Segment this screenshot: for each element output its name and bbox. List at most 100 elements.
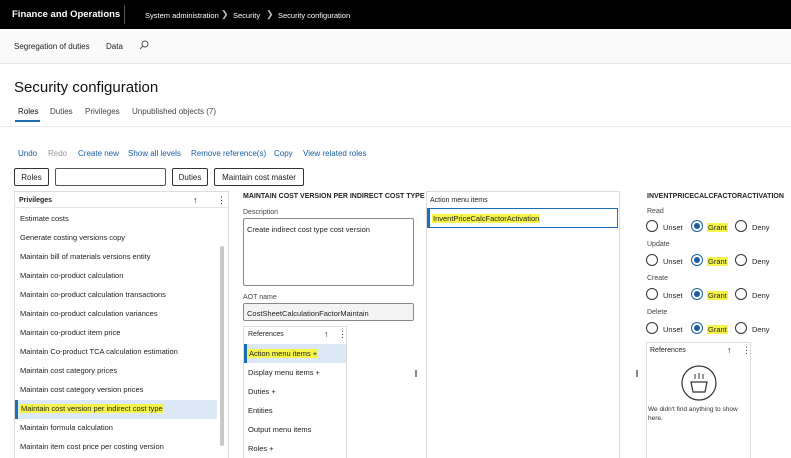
selected-row-indicator <box>244 344 247 363</box>
privileges-header: Privileges <box>19 197 53 204</box>
reference-item[interactable]: Roles + <box>248 444 274 453</box>
privilege-item[interactable]: Maintain Co-product TCA calculation esti… <box>20 347 178 356</box>
action-pane: Segregation of duties Data <box>0 29 791 64</box>
action-menu-header: Action menu items <box>430 197 488 204</box>
delete-grant-radio[interactable] <box>691 322 703 334</box>
delete-grant-label: Grant <box>707 325 728 334</box>
reference-item[interactable]: Display menu items + <box>248 368 320 377</box>
privilege-item[interactable]: Maintain co-product calculation variance… <box>20 309 158 318</box>
create-grant-radio[interactable] <box>691 288 703 300</box>
sort-up-icon[interactable]: ↑ <box>193 195 198 205</box>
update-grant-label: Grant <box>707 257 728 266</box>
more-options-icon[interactable]: ⋮ <box>338 329 347 340</box>
tab-privileges[interactable]: Privileges <box>85 107 120 116</box>
delete-label: Delete <box>647 309 668 316</box>
aot-name-field[interactable]: CostSheetCalculationFactorMaintain <box>243 303 414 321</box>
update-deny-radio[interactable] <box>735 254 747 266</box>
privileges-scrollbar[interactable] <box>220 246 224 446</box>
references-header: References <box>248 331 284 338</box>
privilege-item[interactable]: Maintain cost category version prices <box>20 385 143 394</box>
privilege-item[interactable]: Estimate costs <box>20 214 69 223</box>
update-deny-label: Deny <box>752 257 770 266</box>
create-new-button[interactable]: Create new <box>78 149 119 158</box>
view-related-roles-button[interactable]: View related roles <box>303 149 366 158</box>
privilege-item[interactable]: Generate costing versions copy <box>20 233 125 242</box>
update-unset-label: Unset <box>663 257 683 266</box>
redo-button[interactable]: Redo <box>48 149 67 158</box>
tab-roles[interactable]: Roles <box>18 107 38 116</box>
privilege-item[interactable]: Maintain co-product calculation transact… <box>20 290 166 299</box>
permission-references-header: References <box>650 347 686 354</box>
create-grant-label: Grant <box>707 291 728 300</box>
chevron-right-icon: ❯ <box>221 9 229 19</box>
delete-deny-label: Deny <box>752 325 770 334</box>
search-icon[interactable] <box>139 40 149 50</box>
privilege-item[interactable]: Maintain formula calculation <box>20 423 113 432</box>
read-deny-radio[interactable] <box>735 220 747 232</box>
description-field[interactable]: Create indirect cost type cost version <box>243 218 414 286</box>
selected-row-indicator <box>427 208 430 228</box>
read-label: Read <box>647 208 664 215</box>
read-grant-radio[interactable] <box>691 220 703 232</box>
more-options-icon[interactable]: ⋮ <box>217 195 226 206</box>
action-menu-item[interactable]: InventPriceCalcFactorActivation <box>432 214 541 223</box>
privilege-item[interactable]: Maintain item cost price per costing ver… <box>20 442 164 451</box>
empty-state-icon <box>681 365 717 401</box>
privilege-item[interactable]: Maintain co-product calculation <box>20 271 123 280</box>
copy-button[interactable]: Copy <box>274 149 293 158</box>
app-title[interactable]: Finance and Operations <box>12 9 120 20</box>
duties-button[interactable]: Duties <box>172 168 208 186</box>
aot-name-label: AOT name <box>243 294 277 301</box>
topbar-divider <box>124 5 125 24</box>
read-unset-radio[interactable] <box>646 220 658 232</box>
tab-unpublished-objects[interactable]: Unpublished objects (7) <box>132 107 216 116</box>
privilege-item[interactable]: Maintain cost category prices <box>20 366 117 375</box>
reference-item[interactable]: Duties + <box>248 387 276 396</box>
create-unset-radio[interactable] <box>646 288 658 300</box>
top-nav-bar: Finance and Operations System administra… <box>0 0 791 29</box>
aot-name-value: CostSheetCalculationFactorMaintain <box>247 309 369 318</box>
splitter-handle[interactable] <box>415 370 417 377</box>
privilege-item[interactable]: Maintain co-product item price <box>20 328 120 337</box>
filter-input[interactable] <box>55 168 166 186</box>
delete-unset-label: Unset <box>663 325 683 334</box>
reference-item[interactable]: Entities <box>248 406 273 415</box>
reference-item[interactable]: Output menu items <box>248 425 311 434</box>
detail-header: MAINTAIN COST VERSION PER INDIRECT COST … <box>243 193 425 200</box>
selected-row-indicator <box>15 400 18 419</box>
breadcrumb-item-3[interactable]: Security configuration <box>278 11 350 20</box>
divider <box>14 207 229 208</box>
more-options-icon[interactable]: ⋮ <box>742 345 751 356</box>
empty-state-text: We didn't find anything to show here. <box>648 406 738 422</box>
undo-button[interactable]: Undo <box>18 149 37 158</box>
reference-item-selected[interactable]: Action menu items + <box>248 349 319 358</box>
create-deny-label: Deny <box>752 291 770 300</box>
data-button[interactable]: Data <box>106 42 123 51</box>
delete-unset-radio[interactable] <box>646 322 658 334</box>
create-label: Create <box>647 275 669 282</box>
sort-up-icon[interactable]: ↑ <box>324 329 329 339</box>
create-unset-label: Unset <box>663 291 683 300</box>
privilege-item[interactable]: Maintain bill of materials versions enti… <box>20 252 150 261</box>
chevron-right-icon: ❯ <box>266 9 274 19</box>
breadcrumb-item-1[interactable]: System administration <box>145 11 219 20</box>
sort-up-icon[interactable]: ↑ <box>727 345 732 355</box>
update-grant-radio[interactable] <box>691 254 703 266</box>
remove-references-button[interactable]: Remove reference(s) <box>191 149 266 158</box>
tab-duties[interactable]: Duties <box>50 107 73 116</box>
permissions-header: INVENTPRICECALCFACTORACTIVATION <box>647 193 784 200</box>
update-label: Update <box>647 241 670 248</box>
segregation-of-duties-button[interactable]: Segregation of duties <box>14 42 90 51</box>
roles-button[interactable]: Roles <box>14 168 49 186</box>
breadcrumb-item-2[interactable]: Security <box>233 11 260 20</box>
privilege-item-selected[interactable]: Maintain cost version per indirect cost … <box>20 404 164 413</box>
show-all-levels-button[interactable]: Show all levels <box>128 149 181 158</box>
splitter-handle[interactable] <box>636 370 638 377</box>
read-grant-label: Grant <box>707 223 728 232</box>
action-menu-panel <box>426 191 620 458</box>
maintain-cost-master-button[interactable]: Maintain cost master <box>214 168 304 186</box>
read-unset-label: Unset <box>663 223 683 232</box>
delete-deny-radio[interactable] <box>735 322 747 334</box>
create-deny-radio[interactable] <box>735 288 747 300</box>
update-unset-radio[interactable] <box>646 254 658 266</box>
